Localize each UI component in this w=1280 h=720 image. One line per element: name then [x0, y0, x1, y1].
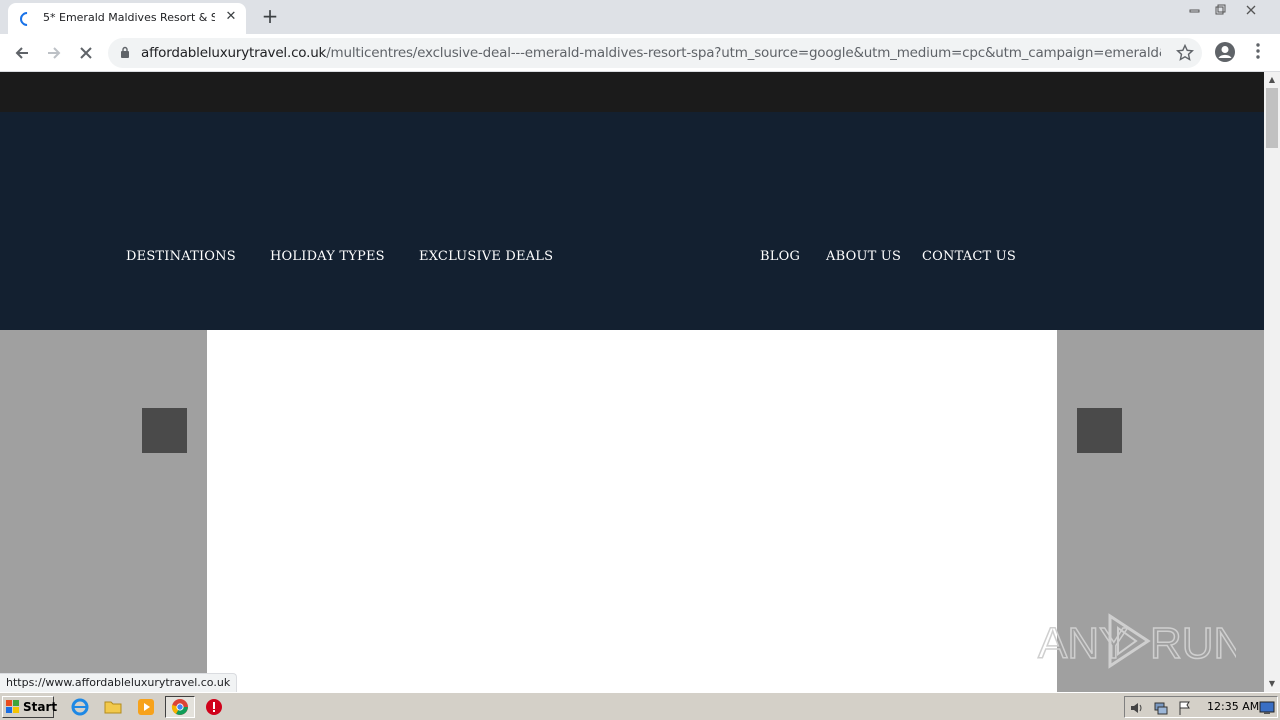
nav-blog[interactable]: BLOG: [760, 249, 800, 264]
profile-avatar-icon[interactable]: [1214, 41, 1236, 63]
windows-logo-icon: [6, 700, 19, 713]
site-header: DESTINATIONS HOLIDAY TYPES EXCLUSIVE DEA…: [0, 112, 1264, 330]
status-url-bubble: https://www.affordableluxurytravel.co.uk: [0, 673, 238, 692]
browser-toolbar: affordableluxurytravel.co.uk/multicentre…: [0, 34, 1280, 72]
nav-contact-us[interactable]: CONTACT US: [922, 249, 1016, 264]
page-viewport: DESTINATIONS HOLIDAY TYPES EXCLUSIVE DEA…: [0, 72, 1264, 692]
start-button[interactable]: Start: [2, 696, 58, 718]
vertical-scrollbar[interactable]: ▲ ▼: [1264, 72, 1280, 692]
network-icon[interactable]: [1153, 700, 1169, 716]
windows-taskbar: Start 12:35 AM: [0, 692, 1280, 720]
slider-main-image: [207, 330, 1057, 692]
ie-icon[interactable]: [71, 698, 89, 716]
media-player-icon[interactable]: [137, 698, 155, 716]
watermark-any-text: ANY: [1038, 619, 1128, 668]
watermark-run-text: RUN: [1150, 619, 1236, 668]
browser-menu-button[interactable]: [1250, 43, 1266, 61]
forward-button[interactable]: [41, 41, 67, 65]
restore-icon: [1215, 4, 1226, 15]
browser-tab-strip: 5* Emerald Maldives Resort & Spa - Exclu…: [0, 0, 1280, 34]
arrow-right-icon: [48, 47, 61, 59]
close-icon: [1246, 5, 1256, 15]
close-tab-icon[interactable]: ✕: [223, 9, 239, 25]
url-path: /multicentres/exclusive-deal---emerald-m…: [326, 45, 1161, 61]
address-bar[interactable]: affordableluxurytravel.co.uk/multicentre…: [108, 38, 1202, 68]
stop-loading-button[interactable]: [73, 41, 99, 65]
url-text[interactable]: affordableluxurytravel.co.uk/multicentre…: [141, 45, 1161, 61]
back-button[interactable]: [9, 41, 35, 65]
scroll-down-arrow-icon[interactable]: ▼: [1264, 676, 1280, 692]
arrow-left-icon: [15, 47, 28, 59]
window-minimize-button[interactable]: [1182, 0, 1208, 18]
minimize-icon: [1189, 9, 1200, 13]
chrome-taskbar-button[interactable]: [165, 696, 195, 718]
antivirus-icon[interactable]: [205, 698, 223, 716]
scroll-up-arrow-icon[interactable]: ▲: [1264, 72, 1280, 88]
window-restore-button[interactable]: [1208, 0, 1234, 18]
stop-x-icon: [80, 47, 92, 59]
anyrun-watermark-logo: ANY RUN: [1037, 613, 1236, 669]
folder-icon[interactable]: [104, 698, 122, 716]
more-vert-icon: [1256, 43, 1260, 59]
tab-title: 5* Emerald Maldives Resort & Spa - Exclu…: [43, 11, 215, 24]
taskbar-clock[interactable]: 12:35 AM: [1207, 700, 1259, 713]
nav-about-us[interactable]: ABOUT US: [826, 249, 901, 264]
system-tray: 12:35 AM: [1124, 696, 1278, 718]
scroll-thumb[interactable]: [1266, 88, 1278, 148]
slider-prev-button[interactable]: [142, 408, 187, 453]
nav-holiday-types[interactable]: HOLIDAY TYPES: [270, 249, 385, 264]
slider-side-left: [0, 330, 207, 692]
new-tab-button[interactable]: +: [258, 5, 282, 29]
lock-icon: [121, 46, 129, 58]
slider-next-button[interactable]: [1077, 408, 1122, 453]
window-close-button[interactable]: [1238, 0, 1270, 18]
top-strip: [0, 72, 1264, 112]
nav-exclusive-deals[interactable]: EXCLUSIVE DEALS: [419, 249, 553, 264]
url-domain: affordableluxurytravel.co.uk: [141, 45, 327, 61]
volume-icon[interactable]: [1129, 700, 1145, 716]
display-icon[interactable]: [1259, 700, 1275, 716]
browser-tab[interactable]: 5* Emerald Maldives Resort & Spa - Exclu…: [8, 3, 246, 34]
loading-spinner-icon: [17, 9, 37, 29]
chrome-icon: [171, 699, 188, 715]
nav-destinations[interactable]: DESTINATIONS: [126, 249, 236, 264]
flag-icon[interactable]: [1177, 700, 1193, 716]
bookmark-star-icon[interactable]: [1176, 44, 1194, 62]
start-label: Start: [23, 700, 58, 714]
